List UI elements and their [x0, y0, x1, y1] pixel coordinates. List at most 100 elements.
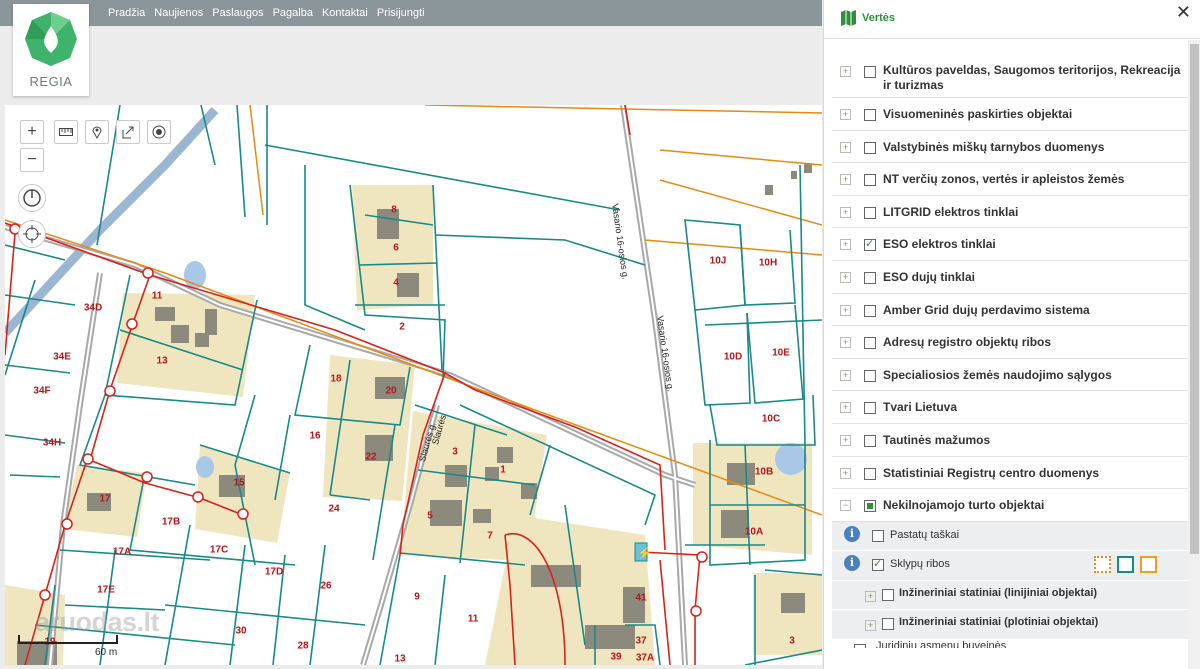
zoom-in-button[interactable]: +	[20, 120, 44, 144]
sublayer-checkbox[interactable]	[882, 618, 894, 631]
plot-number: 13	[394, 653, 406, 665]
scrollbar-thumb[interactable]	[1190, 44, 1199, 554]
nav-item-contacts[interactable]: Kontaktai	[322, 7, 368, 19]
plot-number: 15	[233, 477, 245, 489]
layer-item[interactable]: + LITGRID elektros tinklai	[832, 196, 1188, 229]
layer-item[interactable]: + Tvari Lietuva	[832, 391, 1188, 424]
layer-checkbox[interactable]	[864, 369, 876, 382]
gps-button[interactable]	[18, 220, 46, 248]
expand-icon[interactable]: +	[840, 402, 851, 414]
map-icon	[841, 10, 856, 26]
nav-item-services[interactable]: Paslaugos	[212, 7, 263, 19]
plot-number: 17C	[209, 544, 229, 556]
expand-icon[interactable]: +	[840, 304, 851, 316]
info-icon[interactable]: i	[844, 555, 860, 572]
collapse-icon[interactable]: −	[840, 500, 851, 512]
expand-icon[interactable]: +	[840, 141, 851, 153]
regia-logo[interactable]: REGIA	[13, 4, 89, 96]
share-button[interactable]	[116, 120, 140, 144]
top-nav: Pradžia Naujienos Paslaugos Pagalba Kont…	[108, 0, 425, 26]
panel-scrollbar[interactable]	[1188, 40, 1200, 669]
layer-item[interactable]: + Tautinės mažumos	[832, 424, 1188, 457]
expand-icon[interactable]: +	[840, 369, 851, 381]
compass-button[interactable]	[18, 184, 46, 212]
layer-item[interactable]: + ESO dujų tinklai	[832, 261, 1188, 294]
layer-item[interactable]: + Statistiniai Registrų centro duomenys	[832, 457, 1188, 490]
sublayer-label: Inžineriniai statiniai (linijiniai objek…	[899, 586, 1098, 599]
plot-number: 17A	[112, 546, 132, 558]
ruler-icon	[59, 128, 73, 136]
close-icon[interactable]: ✕	[1176, 2, 1191, 23]
zoom-out-button[interactable]: −	[20, 148, 44, 172]
layer-label: Amber Grid dujų perdavimo sistema	[883, 302, 1090, 317]
expand-icon[interactable]: +	[865, 620, 876, 632]
sublayer-checkbox[interactable]	[882, 588, 894, 601]
info-icon[interactable]: i	[844, 525, 860, 542]
measure-button[interactable]	[54, 120, 78, 144]
layer-item[interactable]: + NT verčių zonos, vertės ir apleistos ž…	[832, 163, 1188, 196]
sublayer-checkbox[interactable]	[872, 557, 884, 572]
plot-number: 24	[328, 503, 340, 515]
expand-icon[interactable]: +	[840, 206, 851, 218]
expand-icon[interactable]: +	[840, 271, 851, 283]
layer-item[interactable]: + Visuomeninės paskirties objektai	[832, 98, 1188, 131]
style-swatch[interactable]	[1117, 556, 1134, 574]
expand-icon[interactable]: +	[840, 66, 851, 77]
layer-checkbox[interactable]	[864, 402, 876, 415]
expand-icon[interactable]: +	[840, 109, 851, 120]
layer-checkbox[interactable]	[864, 434, 876, 447]
plot-number: 28	[297, 640, 309, 652]
layer-item[interactable]: + ESO elektros tinklai	[832, 228, 1188, 261]
expand-icon[interactable]: +	[840, 239, 851, 251]
expand-icon[interactable]: +	[840, 174, 851, 186]
sublayer-item[interactable]: + Inžineriniai statiniai (linijiniai obj…	[832, 580, 1188, 611]
layer-checkbox[interactable]	[864, 337, 876, 350]
layer-checkbox[interactable]	[864, 174, 876, 187]
layer-item[interactable]: + Specialiosios žemės naudojimo sąlygos	[832, 359, 1188, 392]
sublayer-item[interactable]: i Pastatų taškai	[832, 521, 1188, 552]
map-canvas[interactable]: ⚡ Vasario 16-osios g. Vasario 16-osios g…	[5, 105, 822, 665]
plot-number: 7	[487, 530, 493, 542]
layer-item[interactable]: + Adresų registro objektų ribos	[832, 326, 1188, 359]
plot-number: 37A	[635, 652, 655, 664]
layer-checkbox[interactable]	[864, 271, 876, 284]
regia-logo-icon	[25, 12, 77, 66]
style-swatch[interactable]	[1140, 556, 1157, 574]
layer-item[interactable]: + Kultūros paveldas, Saugomos teritorijo…	[832, 56, 1188, 98]
style-swatch[interactable]	[1094, 556, 1111, 574]
layer-checkbox[interactable]	[864, 109, 876, 121]
scale-label: 60 m	[95, 647, 118, 658]
nav-item-news[interactable]: Naujienos	[154, 7, 203, 19]
layer-checkbox[interactable]	[864, 304, 876, 317]
nav-item-help[interactable]: Pagalba	[273, 7, 313, 19]
place-marker-button[interactable]	[85, 120, 109, 144]
locate-me-button[interactable]	[147, 120, 171, 144]
expand-icon[interactable]: +	[840, 467, 851, 479]
layer-item[interactable]: + Amber Grid dujų perdavimo sistema	[832, 294, 1188, 327]
sublayer-item[interactable]: i Sklypų ribos	[832, 551, 1188, 581]
plot-number: 11	[151, 290, 163, 302]
sublayer-checkbox[interactable]	[872, 529, 884, 542]
plot-number: 39	[610, 651, 622, 663]
layer-checkbox[interactable]	[864, 500, 876, 513]
layer-checkbox[interactable]	[864, 206, 876, 219]
nav-item-login[interactable]: Prisijungti	[377, 7, 425, 19]
plot-number: 3	[789, 635, 795, 647]
expand-icon[interactable]: +	[840, 337, 851, 349]
sublayer-item[interactable]: Juridinių asmenų buveinės	[832, 639, 1188, 649]
plot-number: 10H	[758, 257, 778, 269]
nav-item-home[interactable]: Pradžia	[108, 7, 145, 19]
plot-number: 10A	[744, 526, 764, 538]
layer-checkbox[interactable]	[864, 66, 876, 78]
layer-item[interactable]: − Nekilnojamojo turto objektai	[832, 489, 1188, 522]
expand-icon[interactable]: +	[865, 590, 876, 602]
layer-checkbox[interactable]	[864, 467, 876, 480]
plot-number: 18	[330, 373, 342, 385]
expand-icon[interactable]: +	[840, 434, 851, 446]
layer-checkbox[interactable]	[864, 237, 876, 252]
compass-icon	[23, 189, 41, 207]
sublayer-checkbox[interactable]	[854, 643, 866, 648]
layer-checkbox[interactable]	[864, 141, 876, 154]
layer-item[interactable]: + Valstybinės miškų tarnybos duomenys	[832, 131, 1188, 164]
sublayer-item[interactable]: + Inžineriniai statiniai (plotiniai obje…	[832, 610, 1188, 640]
